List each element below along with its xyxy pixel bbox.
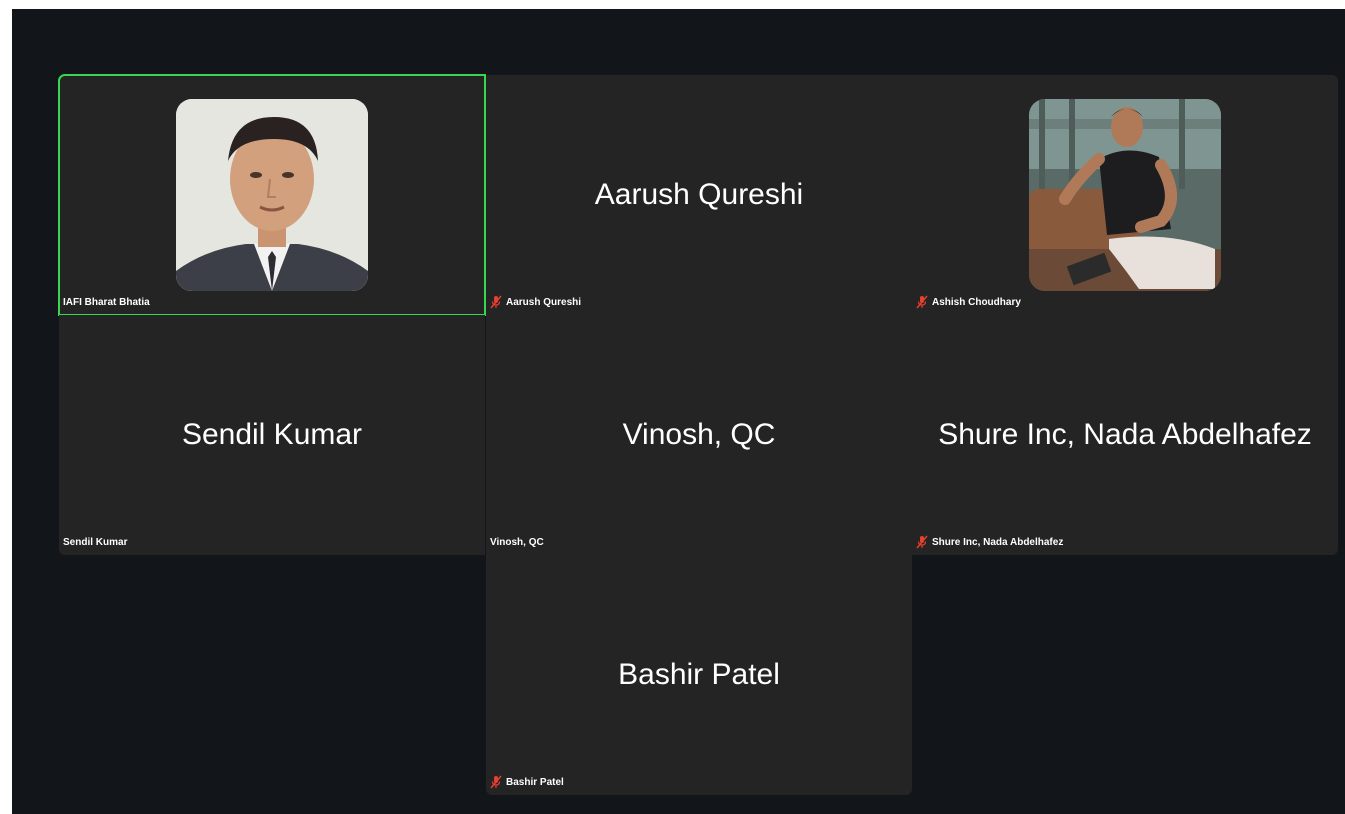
mic-muted-icon <box>916 295 928 309</box>
mic-muted-icon <box>490 775 502 789</box>
participant-tile-sendil-kumar[interactable]: Sendil Kumar Sendil Kumar <box>59 315 485 555</box>
participant-tile-bashir-patel[interactable]: Bashir Patel Bashir Patel <box>486 555 912 795</box>
participant-name-label: IAFI Bharat Bhatia <box>63 294 150 310</box>
participant-name-label: Ashish Choudhary <box>916 294 1021 310</box>
participant-display-name: Shure Inc, Nada Abdelhafez <box>938 418 1312 451</box>
participant-tile-aarush-qureshi[interactable]: Aarush Qureshi Aarush Qureshi <box>486 75 912 315</box>
participant-display-name: Vinosh, QC <box>622 418 776 451</box>
participant-name: Shure Inc, Nada Abdelhafez <box>932 536 1064 548</box>
gallery-view: IAFI Bharat Bhatia Aarush Qureshi Aarush… <box>58 74 1338 795</box>
participant-name-label: Aarush Qureshi <box>490 294 581 310</box>
participant-tile-vinosh-qc[interactable]: Vinosh, QC Vinosh, QC <box>486 315 912 555</box>
participant-name-label: Shure Inc, Nada Abdelhafez <box>916 534 1063 550</box>
participant-display-name: Sendil Kumar <box>181 418 363 451</box>
participant-photo <box>176 99 368 291</box>
participant-name-label: Vinosh, QC <box>490 534 544 550</box>
participant-name: Sendil Kumar <box>63 536 128 548</box>
participant-name: Vinosh, QC <box>490 536 544 548</box>
participant-name-label: Sendil Kumar <box>63 534 127 550</box>
participant-name-label: Bashir Patel <box>490 774 564 790</box>
profile-photo-man-seated <box>1029 99 1221 291</box>
mic-muted-icon <box>916 535 928 549</box>
participant-name: Ashish Choudhary <box>932 296 1021 308</box>
mic-muted-icon <box>490 295 502 309</box>
participant-display-name: Bashir Patel <box>618 658 780 691</box>
participant-name: IAFI Bharat Bhatia <box>63 296 150 308</box>
participant-photo <box>1029 99 1221 291</box>
participant-tile-nada-abdelhafez[interactable]: Shure Inc, Nada Abdelhafez Shure Inc, Na… <box>912 315 1338 555</box>
meeting-window: IAFI Bharat Bhatia Aarush Qureshi Aarush… <box>12 9 1345 814</box>
participant-name: Bashir Patel <box>506 776 564 788</box>
participant-tile-ashish-choudhary[interactable]: Ashish Choudhary <box>912 75 1338 315</box>
participant-display-name: Aarush Qureshi <box>594 178 804 211</box>
participant-name: Aarush Qureshi <box>506 296 582 308</box>
participant-tile-bharat-bhatia[interactable]: IAFI Bharat Bhatia <box>58 74 486 316</box>
profile-photo-man-suit <box>176 99 368 291</box>
